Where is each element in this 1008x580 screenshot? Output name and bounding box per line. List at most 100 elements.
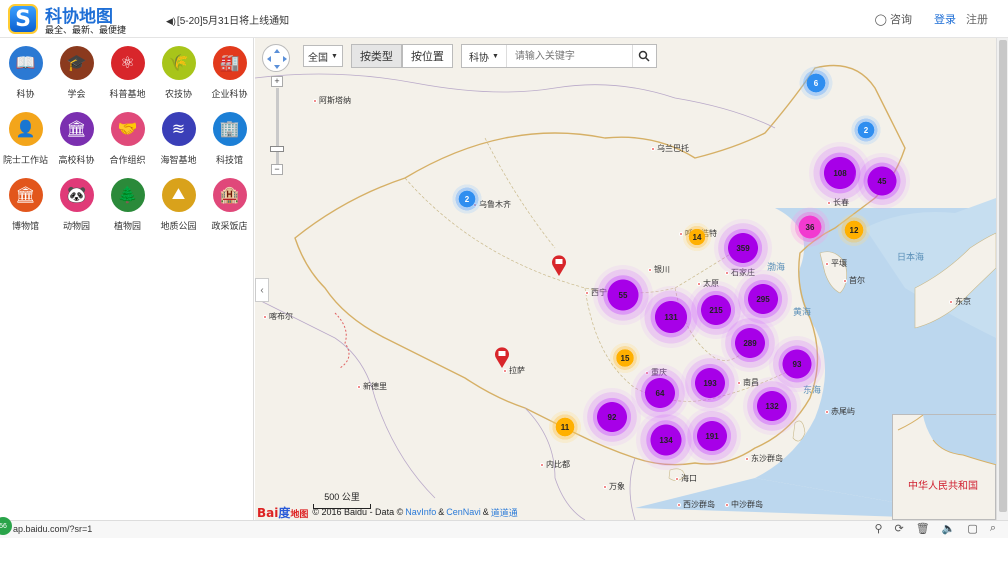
- category-item[interactable]: 🌾 农技协: [153, 46, 204, 100]
- place-label[interactable]: 海口: [675, 473, 697, 484]
- cluster-marker[interactable]: 15: [609, 342, 641, 374]
- cluster-marker[interactable]: 11: [548, 410, 582, 444]
- category-item[interactable]: 🏭 企业科协: [204, 46, 255, 100]
- cluster-marker[interactable]: 45: [854, 153, 910, 209]
- category-item[interactable]: 🏛 博物馆: [0, 178, 51, 232]
- zoom-icon[interactable]: ⌕: [990, 522, 996, 535]
- region-select[interactable]: 全国 ▼: [303, 45, 343, 67]
- map-view[interactable]: ‹ + − 全国▼ 按类型 按位置 科协▼ 阿斯塔纳乌兰巴托乌鲁木齐呼和浩特银川…: [255, 38, 996, 520]
- place-label[interactable]: 银川: [648, 264, 670, 275]
- category-item[interactable]: 🎓 学会: [51, 46, 102, 100]
- place-label[interactable]: 东京: [949, 296, 971, 307]
- navinfo-link[interactable]: NavInfo: [405, 507, 436, 517]
- collapse-sidebar-button[interactable]: ‹: [255, 278, 269, 302]
- place-label[interactable]: 东沙群岛: [745, 453, 783, 464]
- scrollbar-thumb[interactable]: [999, 40, 1007, 512]
- place-label[interactable]: 喀布尔: [263, 311, 293, 322]
- category-item[interactable]: ⚛ 科普基地: [102, 46, 153, 100]
- cluster-marker[interactable]: 6: [798, 65, 834, 101]
- cluster-marker[interactable]: 12: [837, 213, 871, 247]
- cluster-marker[interactable]: 132: [743, 377, 801, 435]
- category-item[interactable]: ≋ 海智基地: [153, 112, 204, 166]
- search-input[interactable]: [506, 45, 632, 67]
- place-label[interactable]: 万象: [603, 481, 625, 492]
- zoom-out-button[interactable]: −: [271, 164, 283, 175]
- category-item[interactable]: 🤝 合作组织: [102, 112, 153, 166]
- by-type-button[interactable]: 按类型: [350, 44, 402, 68]
- search-scope-select[interactable]: 科协 ▼: [462, 45, 507, 67]
- notice-bar[interactable]: ◀)[5-20]5月31日将上线通知: [166, 12, 289, 27]
- history-icon[interactable]: ⟳: [895, 522, 904, 535]
- map-pin-icon[interactable]: [493, 345, 511, 369]
- cluster-marker[interactable]: 14: [682, 222, 712, 252]
- volume-icon[interactable]: 🔈: [942, 522, 956, 535]
- place-dot-icon: [263, 314, 267, 319]
- zoom-track[interactable]: [276, 88, 279, 164]
- consult-link[interactable]: ◯ 咨询: [875, 11, 912, 27]
- place-label[interactable]: 内比都: [540, 459, 570, 470]
- map-pin-icon[interactable]: [550, 253, 568, 277]
- status-icons: ⚲ ⟳ 🗑 🔈 ▢ ⌕: [874, 522, 996, 535]
- notice-text[interactable]: [5-20]5月31日将上线通知: [177, 16, 289, 27]
- place-dot-icon: [503, 368, 507, 373]
- university-icon: 🏛: [59, 112, 94, 146]
- by-location-button[interactable]: 按位置: [401, 44, 453, 68]
- zoom-in-button[interactable]: +: [271, 76, 283, 87]
- cluster-marker[interactable]: 92: [583, 388, 641, 446]
- category-item[interactable]: 🌲 植物园: [102, 178, 153, 232]
- zoom-control[interactable]: + −: [270, 76, 284, 176]
- category-item[interactable]: 🐼 动物园: [51, 178, 102, 232]
- inset-label: 中华人民共和国: [908, 481, 978, 492]
- cluster-marker[interactable]: 36: [788, 205, 832, 249]
- cluster-marker[interactable]: 2: [850, 114, 882, 146]
- baidu-logo[interactable]: Bai度地图: [257, 504, 308, 521]
- category-item[interactable]: 🏢 科技馆: [204, 112, 255, 166]
- place-dot-icon: [675, 476, 679, 481]
- daodaotong-link[interactable]: 道道通: [491, 506, 518, 519]
- place-label[interactable]: 赤尾屿: [825, 406, 855, 417]
- category-item[interactable]: ⛰ 地质公园: [153, 178, 204, 232]
- place-label[interactable]: 新德里: [357, 381, 387, 392]
- place-label[interactable]: 首尔: [843, 275, 865, 286]
- cluster-marker[interactable]: 359: [714, 219, 772, 277]
- cluster-marker[interactable]: 2: [451, 183, 483, 215]
- window-icon[interactable]: ▢: [967, 522, 977, 535]
- place-label[interactable]: 平壤: [825, 258, 847, 269]
- search-button[interactable]: [631, 45, 656, 67]
- place-dot-icon: [585, 290, 589, 295]
- place-label[interactable]: 乌兰巴托: [651, 143, 689, 154]
- status-badge[interactable]: 56: [0, 517, 12, 535]
- cennavi-link[interactable]: CenNavi: [446, 507, 481, 517]
- speaker-icon: ◀): [166, 16, 176, 26]
- category-label: 企业科协: [211, 89, 248, 99]
- register-link[interactable]: 注册: [966, 11, 988, 27]
- cluster-marker[interactable]: 191: [683, 407, 741, 465]
- place-dot-icon: [651, 146, 655, 151]
- chevron-down-icon: ▼: [491, 52, 499, 60]
- pan-control[interactable]: [262, 44, 290, 72]
- place-dot-icon: [357, 384, 361, 389]
- vertical-scrollbar[interactable]: [996, 38, 1008, 520]
- category-label: 植物园: [113, 221, 141, 231]
- login-link[interactable]: 登录: [934, 11, 956, 27]
- logo-icon[interactable]: S: [8, 4, 38, 34]
- place-dot-icon: [603, 484, 607, 489]
- category-label: 政采饭店: [211, 221, 248, 231]
- category-label: 合作组织: [109, 155, 146, 165]
- pin-icon[interactable]: ⚲: [874, 522, 882, 535]
- place-label[interactable]: 阿斯塔纳: [313, 95, 351, 106]
- category-item[interactable]: 🏛 高校科协: [51, 112, 102, 166]
- graduation-cap-icon: 🎓: [59, 46, 94, 80]
- category-item[interactable]: 🏨 政采饭店: [204, 178, 255, 232]
- paw-icon: 度: [278, 505, 291, 520]
- book-icon: 📖: [8, 46, 43, 80]
- trash-icon[interactable]: 🗑: [916, 522, 930, 535]
- cluster-marker[interactable]: 193: [681, 354, 739, 412]
- zoom-slider-thumb[interactable]: [270, 146, 284, 152]
- category-item[interactable]: 👤 院士工作站: [0, 112, 51, 166]
- category-item[interactable]: 📖 科协: [0, 46, 51, 100]
- category-label: 农技协: [164, 89, 192, 99]
- category-label: 院士工作站: [2, 155, 48, 165]
- wheat-icon: 🌾: [161, 46, 196, 80]
- park-icon: ⛰: [161, 178, 196, 212]
